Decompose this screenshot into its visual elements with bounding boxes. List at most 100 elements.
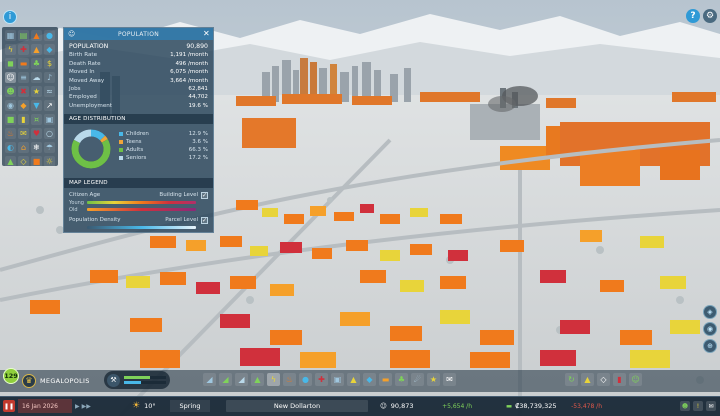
city-stat-icons: ☻ ! ✉ xyxy=(680,399,716,413)
leisure-icon[interactable]: ♥ xyxy=(31,128,42,139)
happiness-icon[interactable]: ☻ xyxy=(680,401,690,411)
landscaping-tool[interactable]: ▲ xyxy=(251,373,264,386)
pollution-icon[interactable]: ☁ xyxy=(31,72,42,83)
help-button[interactable]: ? xyxy=(686,9,700,23)
stat-row: POPULATION 90,890 xyxy=(69,43,208,51)
district-icon[interactable]: ◇ xyxy=(18,156,29,167)
citizen-age-label: Citizen Age xyxy=(69,192,101,199)
info-button[interactable]: i xyxy=(3,10,17,24)
fire-icon[interactable]: ▲ xyxy=(31,30,42,41)
roads-tool[interactable]: ◢ xyxy=(203,373,216,386)
pause-button[interactable]: ❚❚ xyxy=(3,400,15,412)
adults-swatch xyxy=(119,148,123,153)
sewage-icon[interactable]: ○ xyxy=(44,128,55,139)
sun-icon: ☀ xyxy=(132,401,141,411)
electricity-tool[interactable]: ϟ xyxy=(267,373,280,386)
building-level-checkbox[interactable]: ✓ xyxy=(201,191,208,199)
bulldoze-icon: ↻ xyxy=(568,375,575,384)
population-icon[interactable]: ☺ xyxy=(5,72,16,83)
compass-button[interactable]: ◈ xyxy=(703,305,717,319)
close-icon[interactable]: ✕ xyxy=(203,29,210,38)
police-tool[interactable]: ◆ xyxy=(363,373,376,386)
education-icon[interactable]: ▲ xyxy=(31,44,42,55)
advisor-tool[interactable]: ☺ xyxy=(629,373,642,386)
speed-2-icon[interactable]: ▶▶ xyxy=(82,403,91,410)
areas-tool[interactable]: ◢ xyxy=(235,373,248,386)
money-icon[interactable]: ¤ xyxy=(31,114,42,125)
citizen-age-gradient-2 xyxy=(87,208,196,212)
age-distribution: Children 12.9 % Teens 3.6 % Adults 66.3 … xyxy=(64,124,213,174)
warning-icon[interactable]: ! xyxy=(693,401,703,411)
age-row-adults: Adults 66.3 % xyxy=(119,146,208,154)
terrain-icon[interactable]: ▲ xyxy=(5,156,16,167)
map-icon[interactable]: ▣ xyxy=(44,114,55,125)
milestone-widget[interactable]: ♛ MEGALOPOLIS xyxy=(22,372,100,389)
landvalue-icon[interactable]: $ xyxy=(44,58,55,69)
info-icon: i xyxy=(8,12,12,22)
notification-icon[interactable]: ✉ xyxy=(706,401,716,411)
population-display[interactable]: ☺ 90,873 +5,654 /h xyxy=(380,399,472,413)
garbage-icon[interactable]: ◼ xyxy=(5,58,16,69)
transport-tool[interactable]: ▬ xyxy=(379,373,392,386)
heating-icon[interactable]: ♨ xyxy=(5,128,16,139)
photo-mode-button[interactable]: ◉ xyxy=(703,322,717,336)
roads-icon[interactable]: ▦ xyxy=(5,30,16,41)
rain-icon[interactable]: ☂ xyxy=(44,142,55,153)
chart-icon[interactable]: ▮ xyxy=(18,114,29,125)
tourism-icon[interactable]: ★ xyxy=(31,86,42,97)
snow-icon[interactable]: ❄ xyxy=(31,142,42,153)
level-badge[interactable]: 129 xyxy=(3,368,19,384)
terrain-tool[interactable]: ▲ xyxy=(581,373,594,386)
population-value: 90,873 xyxy=(390,402,414,410)
landmarks-tool[interactable]: ★ xyxy=(427,373,440,386)
zoning-tool[interactable]: ◢ xyxy=(219,373,232,386)
bulldoze-tool[interactable]: ↻ xyxy=(565,373,578,386)
health-tool[interactable]: ✚ xyxy=(315,373,328,386)
education-tool[interactable]: ▲ xyxy=(347,373,360,386)
mail-icon[interactable]: ✉ xyxy=(18,128,29,139)
money-display[interactable]: ▬ ₡38,739,325 -53,478 /h xyxy=(506,399,602,413)
cargo-icon[interactable]: ■ xyxy=(31,156,42,167)
health-icon[interactable]: ✚ xyxy=(18,44,29,55)
workplace-icon[interactable]: ⌂ xyxy=(18,142,29,153)
crime-icon[interactable]: ✖ xyxy=(18,86,29,97)
zoning-icon[interactable]: ▤ xyxy=(18,30,29,41)
resources-icon[interactable]: ◆ xyxy=(18,100,29,111)
stats-tool[interactable]: ▮ xyxy=(613,373,626,386)
wind-icon[interactable]: ≈ xyxy=(44,86,55,97)
communications-tool[interactable]: ☄ xyxy=(411,373,424,386)
outside-icon[interactable]: ↗ xyxy=(44,100,55,111)
speed-1-icon[interactable]: ▶ xyxy=(75,403,80,410)
education2-icon[interactable]: ◐ xyxy=(5,142,16,153)
parks-icon[interactable]: ♣ xyxy=(31,58,42,69)
stat-row: Moved In 6,075 /month xyxy=(69,68,208,76)
garbage-tool[interactable]: ▣ xyxy=(331,373,344,386)
noise-icon[interactable]: ♪ xyxy=(44,72,55,83)
parks-tool[interactable]: ♣ xyxy=(395,373,408,386)
water-icon[interactable]: ● xyxy=(44,30,55,41)
water-tool[interactable]: ● xyxy=(299,373,312,386)
trophy-icon: ♛ xyxy=(22,373,36,388)
speed-controls[interactable]: ▶ ▶▶ xyxy=(75,399,91,413)
zoom-button[interactable]: ⊕ xyxy=(703,339,717,353)
settings-button[interactable]: ⚙ xyxy=(703,9,717,23)
power-icon[interactable]: ϟ xyxy=(5,44,16,55)
traffic-icon[interactable]: ≡ xyxy=(18,72,29,83)
fire-tool[interactable]: ♨ xyxy=(283,373,296,386)
city-name-display[interactable]: New Dollarton xyxy=(226,399,368,413)
happiness-icon[interactable]: ☻ xyxy=(5,86,16,97)
police-icon[interactable]: ◆ xyxy=(44,44,55,55)
parcel-level-checkbox[interactable]: ✓ xyxy=(201,216,208,224)
build-menu: ◢ ◢ ◢ ▲ ϟ ♨ ● ✚ ▣ ▲ ◆ ▬ ♣ ☄ ★ ✉ xyxy=(203,373,456,386)
transport-icon[interactable]: ▬ xyxy=(18,58,29,69)
districts-tool[interactable]: ◇ xyxy=(597,373,610,386)
building-icon[interactable]: ■ xyxy=(5,114,16,125)
population-change: +5,654 /h xyxy=(442,402,472,410)
progress-widget[interactable]: ⚒ xyxy=(104,371,170,389)
light-icon[interactable]: ☼ xyxy=(44,156,55,167)
money-change: -53,478 /h xyxy=(571,402,602,410)
parcel-level-label: Parcel Level xyxy=(165,217,198,224)
telecom-icon[interactable]: ◉ xyxy=(5,100,16,111)
groundwater-icon[interactable]: ▼ xyxy=(31,100,42,111)
chat-tool[interactable]: ✉ xyxy=(443,373,456,386)
